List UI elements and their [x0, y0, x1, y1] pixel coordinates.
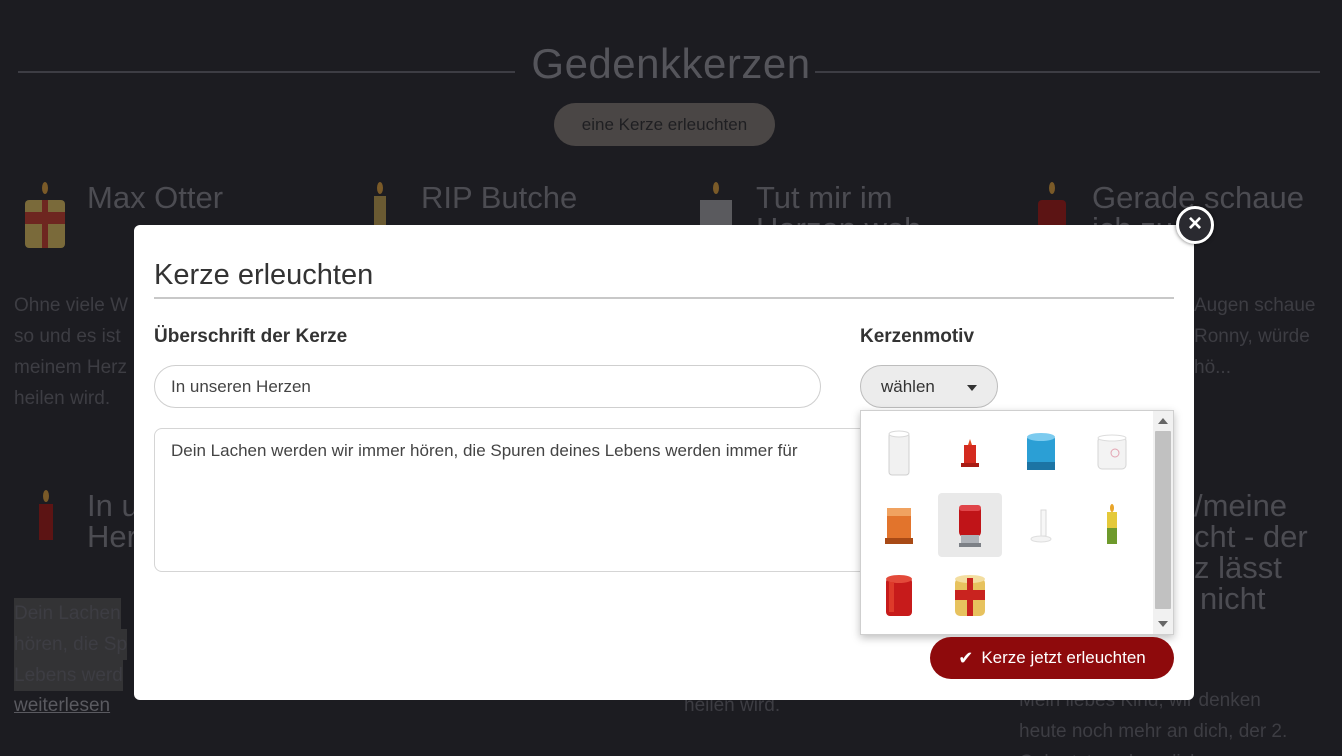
motif-select-label: wählen — [881, 376, 935, 396]
scroll-down-icon[interactable] — [1158, 621, 1168, 627]
red-candle-icon — [961, 439, 979, 467]
motif-label: Kerzenmotiv — [860, 326, 975, 347]
blue-candle-icon — [1027, 433, 1055, 470]
scroll-thumb[interactable] — [1155, 431, 1171, 609]
green-candle-icon — [1107, 504, 1117, 544]
candle-option-blue[interactable] — [1009, 421, 1073, 485]
close-icon: × — [1187, 210, 1202, 237]
checkmark-icon: ✔ — [958, 647, 974, 668]
candle-option-green-yellow[interactable] — [1080, 493, 1144, 557]
modal-title: Kerze erleuchten — [154, 259, 374, 291]
taper-candle-icon — [1030, 509, 1052, 543]
chevron-down-icon — [967, 385, 977, 391]
modal-divider — [154, 297, 1174, 299]
red-lantern-icon — [959, 505, 981, 547]
candle-option-red-pillar[interactable] — [867, 565, 931, 629]
light-candle-modal: Kerze erleuchten Überschrift der Kerze D… — [134, 225, 1194, 700]
orange-candle-icon — [885, 508, 913, 544]
candle-option-small-red[interactable] — [938, 421, 1002, 485]
message-textarea[interactable]: Dein Lachen werden wir immer hören, die … — [154, 428, 894, 572]
submit-button[interactable]: ✔ Kerze jetzt erleuchten — [930, 637, 1174, 679]
submit-label: Kerze jetzt erleuchten — [981, 648, 1146, 667]
motif-dropdown[interactable] — [860, 410, 1174, 635]
candle-option-white-glass[interactable] — [1080, 421, 1144, 485]
motif-select[interactable]: wählen — [860, 365, 998, 408]
white-candle-icon — [888, 430, 910, 476]
scroll-up-icon[interactable] — [1158, 418, 1168, 424]
heading-label: Überschrift der Kerze — [154, 326, 348, 347]
red-pillar-icon — [886, 575, 912, 616]
close-button[interactable]: × — [1176, 206, 1214, 244]
gold-candle-icon — [955, 575, 985, 616]
heading-input[interactable] — [154, 365, 821, 408]
candle-option-red-lantern[interactable] — [938, 493, 1002, 557]
dropdown-scrollbar[interactable] — [1153, 411, 1173, 634]
glass-candle-icon — [1097, 434, 1127, 470]
candle-option-white-taper[interactable] — [1009, 493, 1073, 557]
candle-option-white-pillar[interactable] — [867, 421, 931, 485]
candle-option-gold-red[interactable] — [938, 565, 1002, 629]
candle-option-orange[interactable] — [867, 493, 931, 557]
